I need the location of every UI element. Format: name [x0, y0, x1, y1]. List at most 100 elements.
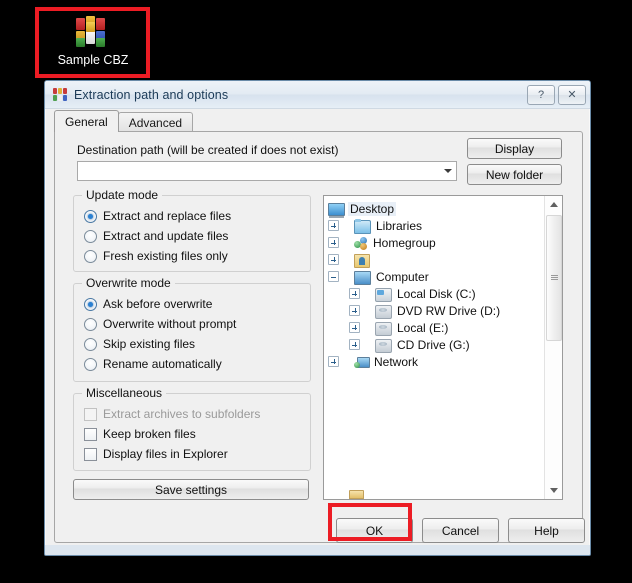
expand-plus-icon[interactable]: [349, 288, 360, 299]
winrar-archive-icon: [74, 14, 112, 48]
hard-disk-icon: [375, 287, 392, 302]
tab-advanced[interactable]: Advanced: [117, 112, 194, 132]
tree-connector: [341, 220, 352, 231]
tree-item-partial-below[interactable]: [328, 489, 545, 499]
save-settings-button[interactable]: Save settings: [73, 479, 309, 500]
tree-item-label: Local (E:): [397, 320, 449, 335]
radio-icon[interactable]: [84, 209, 97, 223]
radio-icon[interactable]: [84, 337, 97, 351]
network-icon: [354, 356, 370, 369]
library-folder-icon: [354, 218, 371, 234]
option-label: Display files in Explorer: [103, 447, 228, 461]
tree-item-local-e[interactable]: Local (E:): [328, 319, 545, 336]
folder-icon: [349, 489, 364, 499]
tree-connector: [362, 322, 373, 333]
tree-connector: [341, 237, 352, 248]
destination-path-combobox[interactable]: [77, 161, 457, 181]
option-label: Skip existing files: [103, 337, 196, 351]
radio-extract-and-replace-files[interactable]: Extract and replace files: [84, 209, 231, 223]
folder-tree-scrollbar[interactable]: [544, 196, 562, 499]
monitor-icon: [328, 203, 345, 216]
radio-ask-before-overwrite[interactable]: Ask before overwrite: [84, 297, 212, 311]
checkbox-display-files-in-explorer[interactable]: Display files in Explorer: [84, 447, 228, 461]
collapse-minus-icon[interactable]: [328, 271, 339, 282]
option-label: Ask before overwrite: [103, 297, 213, 311]
tree-item-user-folder[interactable]: [328, 251, 545, 268]
option-label: Extract archives to subfolders: [103, 407, 261, 421]
radio-rename-automatically[interactable]: Rename automatically: [84, 357, 222, 371]
tree-connector: [362, 305, 373, 316]
radio-fresh-existing-files-only[interactable]: Fresh existing files only: [84, 249, 228, 263]
dialog-title: Extraction path and options: [74, 87, 229, 102]
tree-connector: [341, 356, 352, 367]
option-label: Overwrite without prompt: [103, 317, 237, 331]
option-label: Fresh existing files only: [103, 249, 228, 263]
chevron-down-icon[interactable]: [439, 162, 456, 180]
new-folder-button[interactable]: New folder: [467, 164, 562, 185]
checkbox-icon[interactable]: [84, 447, 97, 461]
tree-item-label: DVD RW Drive (D:): [397, 303, 501, 318]
tree-item-dvd-rw-drive-d[interactable]: DVD RW Drive (D:): [328, 302, 545, 319]
destination-path-input[interactable]: [78, 163, 439, 179]
option-label: Extract and update files: [103, 229, 229, 243]
overwrite-mode-group: Overwrite mode Ask before overwrite Over…: [73, 276, 311, 382]
option-label: Rename automatically: [103, 357, 222, 371]
expand-plus-icon[interactable]: [328, 254, 339, 265]
tree-item-label: Homegroup: [373, 235, 436, 250]
desktop-icon-label: Sample CBZ: [57, 53, 129, 67]
folder-tree[interactable]: Desktop Libraries Homegroup Computer Loc…: [323, 195, 563, 500]
radio-overwrite-without-prompt[interactable]: Overwrite without prompt: [84, 317, 236, 331]
expand-plus-icon[interactable]: [349, 322, 360, 333]
radio-icon[interactable]: [84, 229, 97, 243]
scroll-down-button[interactable]: [545, 482, 562, 499]
tree-item-cd-drive-g[interactable]: CD Drive (G:): [328, 336, 545, 353]
miscellaneous-title: Miscellaneous: [82, 386, 167, 400]
radio-skip-existing-files[interactable]: Skip existing files: [84, 337, 195, 351]
option-label: Keep broken files: [103, 427, 196, 441]
close-icon[interactable]: ✕: [558, 84, 586, 105]
tree-item-computer[interactable]: Computer: [328, 268, 545, 285]
expand-plus-icon[interactable]: [349, 339, 360, 350]
tree-item-network[interactable]: Network: [328, 353, 545, 370]
desktop-icon-sample-cbz[interactable]: Sample CBZ: [47, 12, 139, 70]
help-button[interactable]: Help: [508, 518, 585, 543]
tree-connector: [362, 339, 373, 350]
checkbox-icon[interactable]: [84, 427, 97, 441]
radio-icon[interactable]: [84, 317, 97, 331]
tree-item-label: Libraries: [376, 218, 423, 233]
radio-extract-and-update-files[interactable]: Extract and update files: [84, 229, 228, 243]
checkbox-icon: [84, 407, 97, 421]
tab-general[interactable]: General: [54, 110, 119, 132]
tree-item-libraries[interactable]: Libraries: [328, 217, 545, 234]
update-mode-group: Update mode Extract and replace files Ex…: [73, 188, 311, 272]
tree-item-desktop[interactable]: Desktop: [328, 200, 545, 217]
ok-button[interactable]: OK: [336, 518, 413, 543]
expand-plus-icon[interactable]: [328, 220, 339, 231]
help-icon[interactable]: ?: [527, 84, 555, 105]
tree-item-label: Network: [374, 354, 419, 369]
homegroup-icon: [354, 236, 368, 250]
expand-plus-icon[interactable]: [349, 305, 360, 316]
miscellaneous-group: Miscellaneous Extract archives to subfol…: [73, 386, 311, 471]
optical-drive-icon: [375, 304, 392, 319]
display-button[interactable]: Display: [467, 138, 562, 159]
expand-plus-icon[interactable]: [328, 356, 339, 367]
drive-icon: [375, 321, 392, 336]
tree-item-homegroup[interactable]: Homegroup: [328, 234, 545, 251]
radio-icon[interactable]: [84, 297, 97, 311]
radio-icon[interactable]: [84, 357, 97, 371]
cancel-button[interactable]: Cancel: [422, 518, 499, 543]
option-label: Extract and replace files: [103, 209, 232, 223]
scroll-up-button[interactable]: [545, 196, 562, 213]
expand-plus-icon[interactable]: [328, 237, 339, 248]
tree-connector: [341, 271, 352, 282]
checkbox-keep-broken-files[interactable]: Keep broken files: [84, 427, 196, 441]
tree-item-local-disk-c[interactable]: Local Disk (C:): [328, 285, 545, 302]
tab-strip: General Advanced: [54, 110, 581, 132]
update-mode-title: Update mode: [82, 188, 163, 202]
user-folder-icon: [354, 253, 370, 268]
winrar-icon: [53, 88, 67, 101]
dialog-title-bar: Extraction path and options ? ✕: [45, 81, 590, 109]
scrollbar-thumb[interactable]: [546, 215, 562, 341]
radio-icon[interactable]: [84, 249, 97, 263]
